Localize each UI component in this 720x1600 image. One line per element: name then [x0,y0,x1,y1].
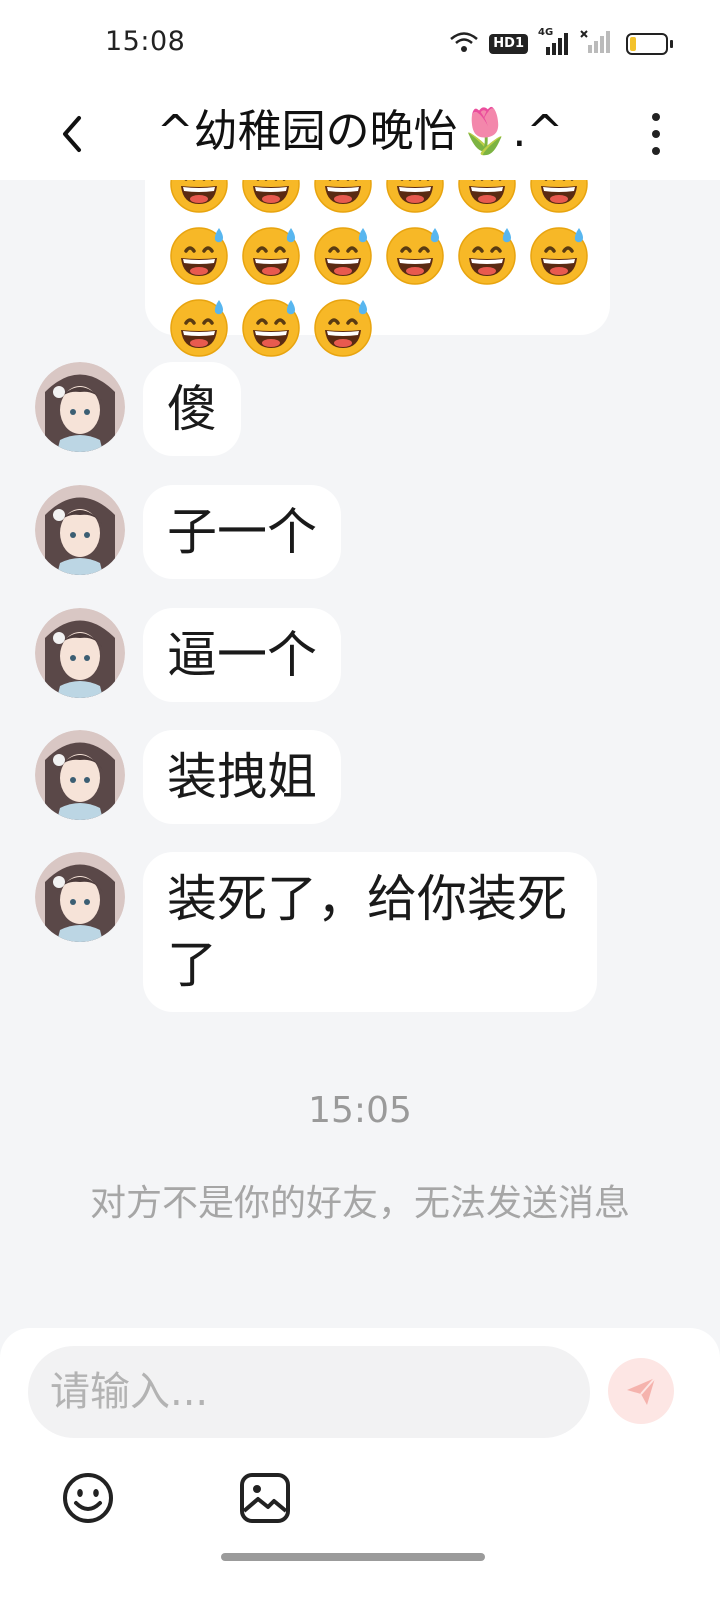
grinning-face-with-sweat-emoji [383,222,447,286]
grinning-face-with-sweat-emoji [383,180,447,214]
grinning-face-with-sweat-emoji [167,294,231,358]
avatar[interactable] [35,608,125,698]
grinning-face-with-sweat-emoji [311,222,375,286]
message-bubble: 傻 [143,362,241,456]
message-list[interactable]: 傻 子一个 逼一个 装拽姐 装死了，给你装死了 15:05 对方不是你的好友，无… [0,180,720,1330]
emoji-spacer [383,294,447,358]
message-row: 子一个 [35,485,341,579]
grinning-face-with-sweat-emoji [455,180,519,214]
grinning-face-with-sweat-emoji [527,222,591,286]
system-notice: 对方不是你的好友，无法发送消息 [89,1183,630,1224]
chat-header: ^幼稚园の晚怡🌷.^ [0,88,720,180]
image-icon [240,1473,290,1523]
grinning-face-with-sweat-emoji [239,294,303,358]
message-bubble: 装死了，给你装死了 [143,852,597,1012]
send-icon [627,1377,656,1405]
status-time: 15:08 [105,26,186,57]
home-indicator[interactable] [221,1553,485,1561]
emoji-message-bubble [145,180,610,357]
time-divider: 15:05 [308,1090,412,1131]
message-input[interactable] [28,1346,590,1438]
avatar[interactable] [35,485,125,575]
grinning-face-with-sweat-emoji [311,294,375,358]
emoji-spacer [455,294,519,358]
battery-icon [626,33,673,55]
chevron-left-icon [63,116,81,152]
grinning-face-with-sweat-emoji [455,222,519,286]
message-row: 装拽姐 [35,730,341,824]
status-bar: 15:08 HD1 4G [0,0,720,88]
grinning-face-with-sweat-emoji [167,180,231,214]
hd-badge: HD1 [489,34,528,54]
signal-no-service-icon [580,29,610,59]
send-button[interactable] [608,1358,674,1424]
grinning-face-with-sweat-emoji [239,180,303,214]
avatar[interactable] [35,852,125,942]
emoji-button[interactable] [60,1470,116,1526]
message-bubble: 子一个 [143,485,341,579]
grinning-face-with-sweat-emoji [527,180,591,214]
message-row: 傻 [35,362,241,456]
avatar[interactable] [35,362,125,452]
status-icons: HD1 4G [449,27,673,60]
message-bubble: 逼一个 [143,608,341,702]
grinning-face-with-sweat-emoji [239,222,303,286]
wifi-icon [449,30,479,58]
grinning-face-with-sweat-emoji [167,222,231,286]
message-row: 装死了，给你装死了 [35,852,597,1012]
avatar[interactable] [35,730,125,820]
smiley-icon [63,1473,113,1523]
back-button[interactable] [48,106,96,162]
signal-4g-icon: 4G [538,27,570,57]
message-bubble: 装拽姐 [143,730,341,824]
image-button[interactable] [237,1470,293,1526]
grinning-face-with-sweat-emoji [311,180,375,214]
message-row: 逼一个 [35,608,341,702]
emoji-grid [167,180,607,358]
more-options-button[interactable] [634,104,678,164]
emoji-spacer [527,294,591,358]
chat-title: ^幼稚园の晚怡🌷.^ [156,106,564,157]
